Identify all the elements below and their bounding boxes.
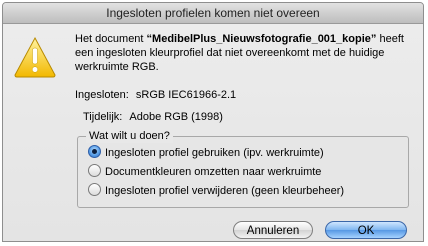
working-profile-label: Tijdelijk: <box>83 111 123 123</box>
embedded-profile-row: Ingesloten: sRGB IEC61966-2.1 <box>75 88 236 102</box>
ok-button[interactable]: OK <box>325 221 407 239</box>
embedded-profile-value: sRGB IEC61966-2.1 <box>135 89 237 101</box>
message-prefix: Het document <box>75 33 147 45</box>
document-name: “MedibelPlus_Nieuwsfotografie_001_kopie” <box>146 33 377 45</box>
options-group: Wat wilt u doen? Ingesloten profiel gebr… <box>77 129 409 208</box>
option-discard-embedded[interactable]: Ingesloten profiel verwijderen (geen kle… <box>88 183 344 199</box>
radio-convert-document[interactable] <box>88 164 101 177</box>
dialog-message: Het document “MedibelPlus_Nieuwsfotograf… <box>75 32 415 74</box>
embedded-profile-label: Ingesloten: <box>75 89 129 101</box>
dialog-window: Ingesloten profielen komen niet overeen … <box>2 2 424 242</box>
cancel-button[interactable]: Annuleren <box>233 221 313 239</box>
working-profile-row: Tijdelijk: Adobe RGB (1998) <box>83 110 223 124</box>
working-profile-value: Adobe RGB (1998) <box>129 111 223 123</box>
option-convert-document[interactable]: Documentkleuren omzetten naar werkruimte <box>88 164 321 180</box>
option-use-embedded-label: Ingesloten profiel gebruiken (ipv. werkr… <box>105 147 324 159</box>
radio-discard-embedded[interactable] <box>88 183 101 196</box>
radio-use-embedded[interactable] <box>88 145 101 158</box>
option-convert-document-label: Documentkleuren omzetten naar werkruimte <box>105 166 322 178</box>
warning-icon <box>14 36 56 78</box>
dialog-body: Het document “MedibelPlus_Nieuwsfotograf… <box>3 24 423 241</box>
option-discard-embedded-label: Ingesloten profiel verwijderen (geen kle… <box>105 185 345 197</box>
window-title: Ingesloten profielen komen niet overeen <box>3 3 423 24</box>
options-legend: Wat wilt u doen? <box>86 129 173 143</box>
option-use-embedded[interactable]: Ingesloten profiel gebruiken (ipv. werkr… <box>88 145 324 161</box>
